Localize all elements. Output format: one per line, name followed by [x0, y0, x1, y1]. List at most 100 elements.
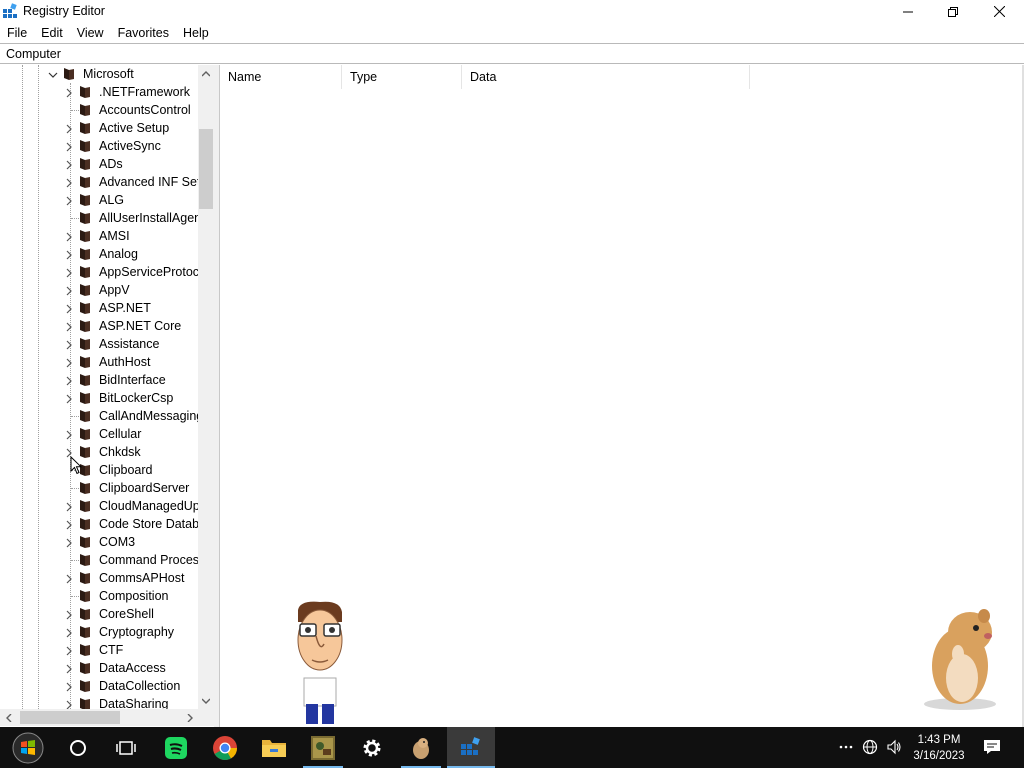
- tree-item[interactable]: CloudManagedUp: [0, 497, 198, 515]
- chevron-right-icon[interactable]: [64, 393, 74, 404]
- chevron-right-icon[interactable]: [64, 159, 74, 170]
- tree-item[interactable]: Assistance: [0, 335, 198, 353]
- cortana-button[interactable]: [54, 727, 102, 768]
- tree-item[interactable]: Code Store Databa: [0, 515, 198, 533]
- scroll-thumb[interactable]: [199, 129, 213, 209]
- menu-file[interactable]: File: [0, 23, 34, 43]
- tree-item[interactable]: ALG: [0, 191, 198, 209]
- chevron-right-icon[interactable]: [64, 519, 74, 530]
- tree-item[interactable]: ClipboardServer: [0, 479, 198, 497]
- chevron-right-icon[interactable]: [64, 573, 74, 584]
- tree-item[interactable]: CoreShell: [0, 605, 198, 623]
- tree-item[interactable]: Composition: [0, 587, 198, 605]
- chevron-right-icon[interactable]: [64, 123, 74, 134]
- tree-item-microsoft[interactable]: Microsoft: [0, 65, 198, 83]
- tree-item[interactable]: Chkdsk: [0, 443, 198, 461]
- game-app-button[interactable]: [299, 727, 347, 768]
- show-hidden-icons-icon[interactable]: [836, 737, 856, 757]
- chevron-right-icon[interactable]: [64, 537, 74, 548]
- animal-app-button[interactable]: [397, 727, 445, 768]
- scroll-down-arrow-icon[interactable]: [198, 692, 214, 709]
- chevron-right-icon[interactable]: [64, 627, 74, 638]
- task-view-button[interactable]: [102, 727, 150, 768]
- tree-item[interactable]: Clipboard: [0, 461, 198, 479]
- column-header-type[interactable]: Type: [342, 65, 462, 89]
- minimize-button[interactable]: [885, 0, 931, 23]
- tree-item[interactable]: DataCollection: [0, 677, 198, 695]
- chevron-right-icon[interactable]: [64, 681, 74, 692]
- chevron-down-icon[interactable]: [48, 69, 58, 79]
- chevron-right-icon[interactable]: [64, 321, 74, 332]
- file-explorer-button[interactable]: [250, 727, 298, 768]
- chevron-right-icon[interactable]: [64, 87, 74, 98]
- network-icon[interactable]: [860, 737, 880, 757]
- tree-horizontal-scrollbar[interactable]: [0, 709, 198, 726]
- settings-button[interactable]: [348, 727, 396, 768]
- chevron-right-icon[interactable]: [64, 285, 74, 296]
- registry-editor-taskbar-button[interactable]: [447, 727, 495, 768]
- action-center-icon[interactable]: [982, 737, 1002, 757]
- tree-item[interactable]: Cryptography: [0, 623, 198, 641]
- menu-view[interactable]: View: [70, 23, 111, 43]
- tree-item[interactable]: ASP.NET: [0, 299, 198, 317]
- tree-item[interactable]: Advanced INF Setu: [0, 173, 198, 191]
- chevron-right-icon[interactable]: [64, 375, 74, 386]
- column-header-name[interactable]: Name: [220, 65, 342, 89]
- tree-item[interactable]: DataAccess: [0, 659, 198, 677]
- scroll-up-arrow-icon[interactable]: [198, 65, 214, 82]
- chevron-right-icon[interactable]: [64, 267, 74, 278]
- tree-item[interactable]: ADs: [0, 155, 198, 173]
- column-header-data[interactable]: Data: [462, 65, 750, 89]
- chevron-right-icon[interactable]: [64, 501, 74, 512]
- menu-help[interactable]: Help: [176, 23, 216, 43]
- title-bar[interactable]: Registry Editor: [0, 0, 1024, 23]
- volume-icon[interactable]: [884, 737, 904, 757]
- chevron-right-icon[interactable]: [64, 231, 74, 242]
- menu-favorites[interactable]: Favorites: [111, 23, 176, 43]
- tree-item[interactable]: Cellular: [0, 425, 198, 443]
- tree-item[interactable]: AMSI: [0, 227, 198, 245]
- tree-item[interactable]: AccountsControl: [0, 101, 198, 119]
- menu-edit[interactable]: Edit: [34, 23, 70, 43]
- tree-item[interactable]: ActiveSync: [0, 137, 198, 155]
- tree-item[interactable]: COM3: [0, 533, 198, 551]
- tree-item[interactable]: CallAndMessaging: [0, 407, 198, 425]
- tree-vertical-scrollbar[interactable]: [198, 65, 214, 709]
- chevron-right-icon[interactable]: [64, 177, 74, 188]
- chevron-right-icon[interactable]: [64, 699, 74, 709]
- restore-button[interactable]: [930, 0, 976, 23]
- chevron-right-icon[interactable]: [64, 663, 74, 674]
- chevron-right-icon[interactable]: [64, 303, 74, 314]
- tree-item[interactable]: AllUserInstallAgent: [0, 209, 198, 227]
- chevron-right-icon[interactable]: [64, 249, 74, 260]
- tree-item[interactable]: AppV: [0, 281, 198, 299]
- tree-item[interactable]: BitLockerCsp: [0, 389, 198, 407]
- tree-item[interactable]: BidInterface: [0, 371, 198, 389]
- tree-item[interactable]: AuthHost: [0, 353, 198, 371]
- chevron-right-icon[interactable]: [64, 195, 74, 206]
- chrome-button[interactable]: [201, 727, 249, 768]
- tree-item[interactable]: CommsAPHost: [0, 569, 198, 587]
- chevron-right-icon[interactable]: [64, 339, 74, 350]
- tree-item[interactable]: Active Setup: [0, 119, 198, 137]
- chevron-right-icon[interactable]: [64, 609, 74, 620]
- close-button[interactable]: [976, 0, 1022, 23]
- address-bar[interactable]: Computer: [0, 43, 1024, 64]
- scroll-left-arrow-icon[interactable]: [0, 709, 17, 726]
- system-clock[interactable]: 1:43 PM 3/16/2023: [904, 732, 974, 764]
- tree-item[interactable]: CTF: [0, 641, 198, 659]
- tree-item[interactable]: ASP.NET Core: [0, 317, 198, 335]
- tree-item[interactable]: Analog: [0, 245, 198, 263]
- key-tree-pane[interactable]: Microsoft .NETFramework AccountsControl Ac…: [0, 65, 214, 727]
- tree-item[interactable]: Command Process: [0, 551, 198, 569]
- scroll-thumb[interactable]: [20, 711, 120, 724]
- chevron-right-icon[interactable]: [64, 429, 74, 440]
- chevron-right-icon[interactable]: [64, 645, 74, 656]
- tree-item[interactable]: .NETFramework: [0, 83, 198, 101]
- spotify-button[interactable]: [152, 727, 200, 768]
- chevron-right-icon[interactable]: [64, 357, 74, 368]
- chevron-right-icon[interactable]: [64, 141, 74, 152]
- tree-item[interactable]: AppServiceProtoco: [0, 263, 198, 281]
- scroll-right-arrow-icon[interactable]: [181, 709, 198, 726]
- start-button[interactable]: [4, 727, 52, 768]
